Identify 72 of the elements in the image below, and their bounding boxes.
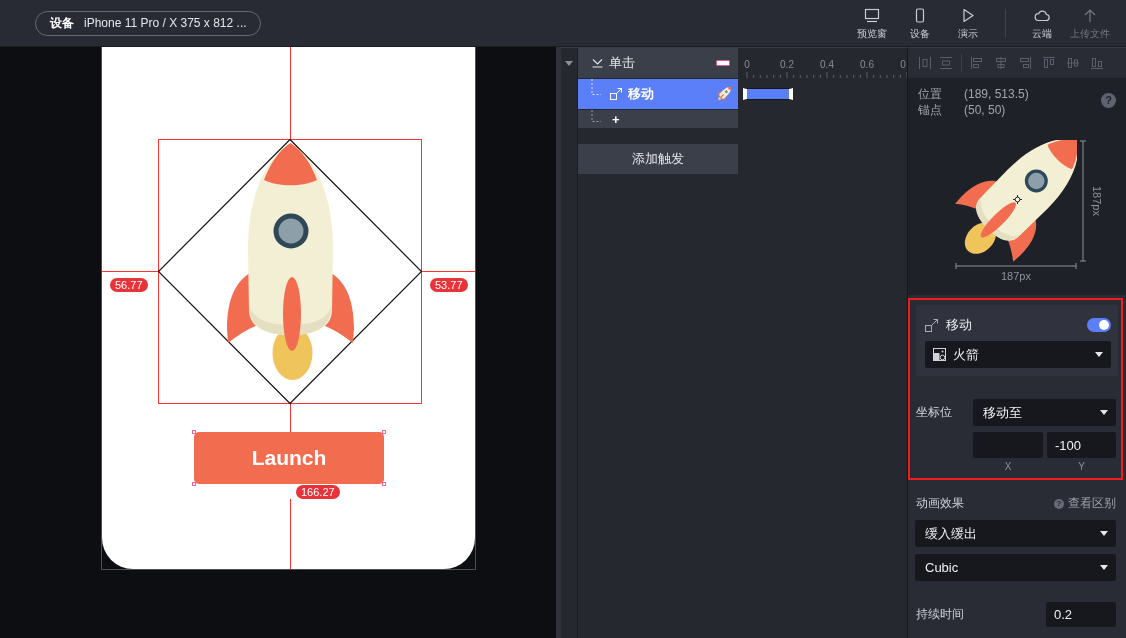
rocket-icon	[717, 87, 731, 101]
upload-icon	[1082, 7, 1098, 23]
distance-label: 56.77	[110, 278, 148, 292]
resize-handle[interactable]	[382, 482, 386, 486]
caret-icon[interactable]	[565, 61, 573, 66]
axis-label: Y	[1078, 461, 1085, 472]
axis-label: X	[1004, 461, 1012, 472]
eraser-icon[interactable]	[716, 60, 730, 66]
add-action-button[interactable]: +	[578, 110, 738, 128]
input-field[interactable]	[973, 432, 1043, 458]
toggle-switch[interactable]	[1087, 318, 1111, 332]
action-row[interactable]: 移动	[578, 79, 738, 109]
input-field[interactable]: -100	[1047, 432, 1116, 458]
add-trigger-button[interactable]: 添加触发	[578, 144, 738, 174]
guide-line	[290, 403, 291, 432]
compare-link[interactable]: 查看区别	[1068, 497, 1116, 510]
anchor-value: (50, 50)	[964, 104, 1007, 116]
position-label: 位置	[918, 88, 943, 100]
dropdown[interactable]: 移动至	[973, 399, 1116, 426]
dimension-label: 187px	[1001, 270, 1031, 282]
cloud-icon	[1034, 7, 1050, 23]
align-bottom-icon[interactable]	[1090, 56, 1104, 70]
toolbar-button[interactable]: 预览窗	[848, 7, 896, 39]
timeline-clip[interactable]	[743, 88, 793, 100]
distribute-horizontal-icon[interactable]	[918, 56, 932, 70]
field-label: 坐标位	[916, 404, 952, 421]
dimension-label: 187px	[1091, 186, 1103, 216]
dropdown[interactable]: Cubic	[915, 554, 1116, 581]
image-icon	[933, 348, 946, 361]
tree-connector	[591, 110, 601, 122]
guide-line	[290, 499, 291, 569]
resize-handle[interactable]	[192, 482, 196, 486]
distribute-vertical-icon[interactable]	[939, 56, 953, 70]
dropdown[interactable]: 火箭	[925, 341, 1111, 368]
caret-icon	[1100, 410, 1108, 415]
tree-connector	[591, 79, 601, 95]
guide-line	[102, 271, 158, 272]
ruler-label: 0	[744, 59, 750, 70]
caret-icon	[1100, 531, 1108, 536]
caret-icon	[1100, 565, 1108, 570]
align-left-icon[interactable]	[970, 56, 984, 70]
toolbar-button[interactable]: 云端	[1018, 7, 1066, 39]
anchor-label: 锚点	[918, 104, 943, 116]
ruler-label: 0.2	[780, 59, 794, 70]
action-title: 移动	[946, 316, 972, 334]
caret-icon	[1095, 352, 1103, 357]
move-icon	[925, 318, 938, 332]
chevron-icon	[592, 58, 603, 68]
align-right-icon[interactable]	[1018, 56, 1032, 70]
move-icon	[610, 88, 622, 100]
dropdown[interactable]: 缓入缓出	[915, 520, 1116, 547]
ruler-label: 0.4	[820, 59, 834, 70]
guide-line	[421, 271, 475, 272]
ruler-label: 0	[900, 59, 906, 70]
toolbar-button[interactable]: 设备	[896, 7, 944, 39]
position-value: (189, 513.5)	[964, 88, 1029, 100]
toolbar-button[interactable]: 演示	[944, 7, 992, 39]
align-middle-icon[interactable]	[1066, 56, 1080, 70]
input-field[interactable]: 0.2	[1046, 602, 1116, 627]
distance-label: 53.77	[430, 278, 468, 292]
monitor-icon	[864, 7, 880, 23]
align-top-icon[interactable]	[1042, 56, 1056, 70]
resize-handle[interactable]	[382, 430, 386, 434]
play-icon	[960, 7, 976, 23]
field-label: 持续时间	[916, 606, 964, 623]
resize-handle[interactable]	[192, 430, 196, 434]
anchor-icon	[1013, 195, 1022, 204]
ruler-label: 0.6	[860, 59, 874, 70]
distance-label: 166.27	[296, 485, 340, 499]
section-label: 动画效果	[916, 497, 964, 510]
trigger-row[interactable]: 单击	[578, 48, 738, 78]
align-center-icon[interactable]	[994, 56, 1008, 70]
